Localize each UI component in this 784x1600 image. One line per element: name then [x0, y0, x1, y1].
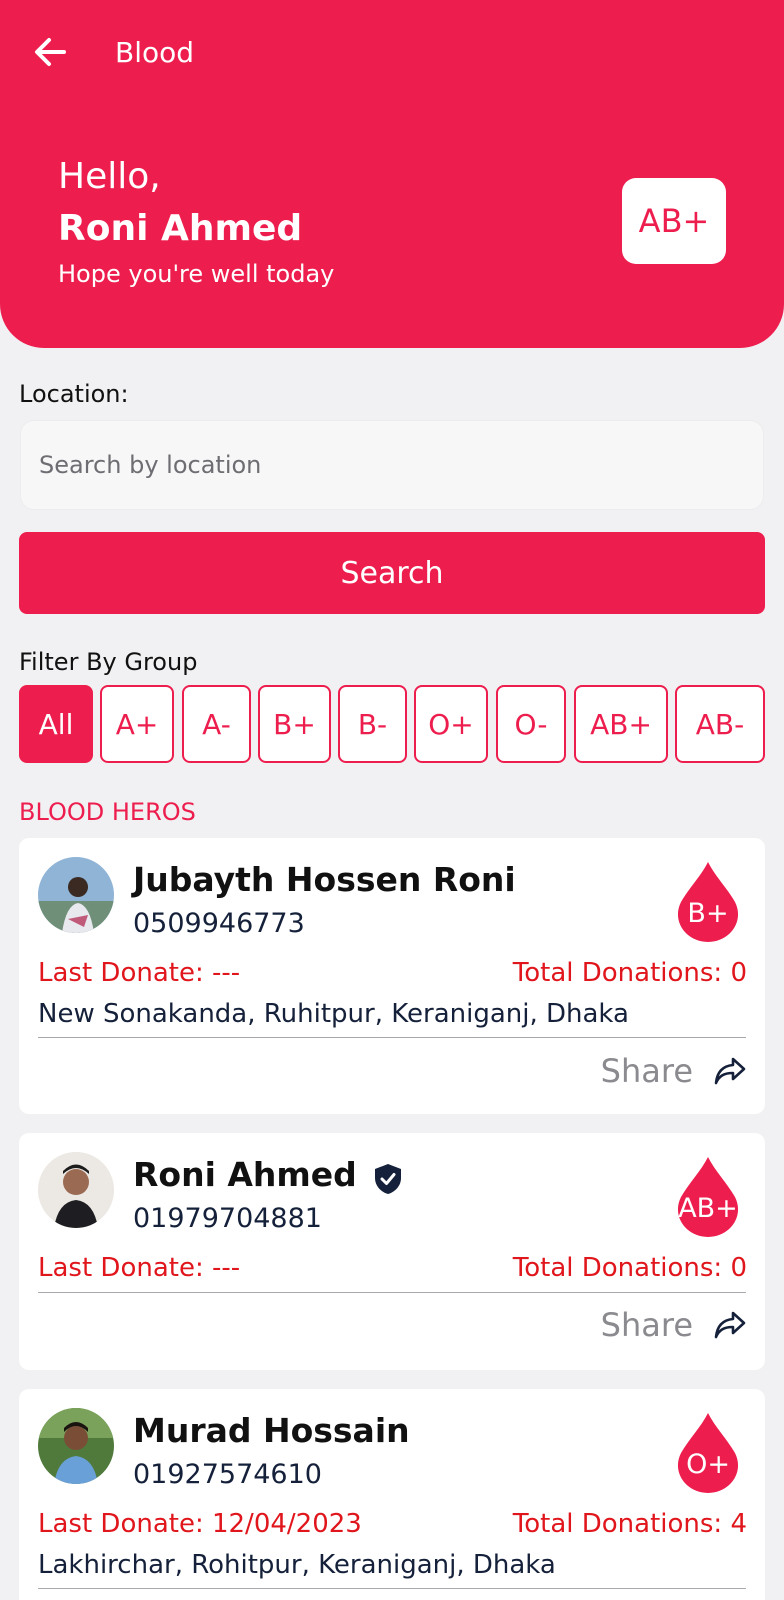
filter-label: Filter By Group — [19, 648, 198, 676]
filter-chip-b-pos[interactable]: B+ — [258, 685, 331, 763]
blood-group-badge: O+ — [675, 1411, 741, 1495]
app-title: Blood — [115, 36, 195, 69]
filter-chip-ab-neg[interactable]: AB- — [675, 685, 765, 763]
search-button[interactable]: Search — [19, 532, 765, 614]
donor-phone: 0509946773 — [133, 908, 305, 939]
avatar — [38, 857, 114, 933]
donor-name: Murad Hossain — [133, 1411, 410, 1450]
share-button[interactable]: Share — [601, 1306, 747, 1344]
section-title: BLOOD HEROS — [19, 798, 196, 826]
user-blood-group-badge: AB+ — [622, 178, 726, 264]
filter-chip-a-pos[interactable]: A+ — [100, 685, 174, 763]
app-header: Blood Hello, Roni Ahmed Hope you're well… — [0, 0, 784, 348]
location-label: Location: — [19, 380, 129, 408]
last-donate: Last Donate: 12/04/2023 — [38, 1509, 362, 1539]
blood-group-badge: AB+ — [675, 1155, 741, 1239]
greeting-subtitle: Hope you're well today — [58, 260, 335, 288]
total-donations: Total Donations: 4 — [512, 1509, 747, 1539]
avatar — [38, 1408, 114, 1484]
donor-phone: 01927574610 — [133, 1459, 322, 1490]
donor-card[interactable]: Murad Hossain 01927574610 O+ Last Donate… — [19, 1389, 765, 1600]
share-button[interactable]: Share — [601, 1052, 747, 1090]
donor-name: Roni Ahmed — [133, 1155, 357, 1194]
location-search-input[interactable] — [20, 420, 764, 510]
share-label: Share — [600, 1052, 693, 1090]
share-arrow-icon — [714, 1057, 746, 1085]
verified-shield-icon — [375, 1164, 401, 1194]
back-button[interactable] — [28, 30, 72, 74]
filter-chip-o-neg[interactable]: O- — [496, 685, 566, 763]
donor-group: AB+ — [678, 1193, 738, 1224]
share-label: Share — [600, 1306, 693, 1344]
donor-phone: 01979704881 — [133, 1203, 322, 1234]
donor-group: B+ — [687, 898, 729, 929]
share-arrow-icon — [714, 1311, 746, 1339]
donor-address: New Sonakanda, Ruhitpur, Keraniganj, Dha… — [38, 999, 629, 1029]
donor-card[interactable]: Jubayth Hossen Roni 0509946773 B+ Last D… — [19, 838, 765, 1114]
total-donations: Total Donations: 0 — [512, 958, 747, 988]
last-donate: Last Donate: --- — [38, 1253, 241, 1283]
arrow-left-icon — [35, 38, 66, 66]
blood-group-badge: B+ — [675, 860, 741, 944]
filter-chip-ab-pos[interactable]: AB+ — [574, 685, 668, 763]
donor-address: Lakhirchar, Rohitpur, Keraniganj, Dhaka — [38, 1550, 556, 1580]
filter-chip-o-pos[interactable]: O+ — [414, 685, 488, 763]
user-name: Roni Ahmed — [58, 208, 303, 249]
donor-group: O+ — [686, 1449, 730, 1480]
divider — [38, 1588, 746, 1589]
total-donations: Total Donations: 0 — [512, 1253, 747, 1283]
avatar — [38, 1152, 114, 1228]
greeting-text: Hello, — [58, 156, 161, 197]
divider — [38, 1292, 746, 1293]
divider — [38, 1037, 746, 1038]
last-donate: Last Donate: --- — [38, 958, 241, 988]
filter-chip-all[interactable]: All — [19, 685, 93, 763]
donor-card[interactable]: Roni Ahmed 01979704881 AB+ Last Donate: … — [19, 1133, 765, 1370]
filter-chip-a-neg[interactable]: A- — [182, 685, 251, 763]
filter-chip-b-neg[interactable]: B- — [338, 685, 407, 763]
donor-name: Jubayth Hossen Roni — [133, 860, 516, 899]
